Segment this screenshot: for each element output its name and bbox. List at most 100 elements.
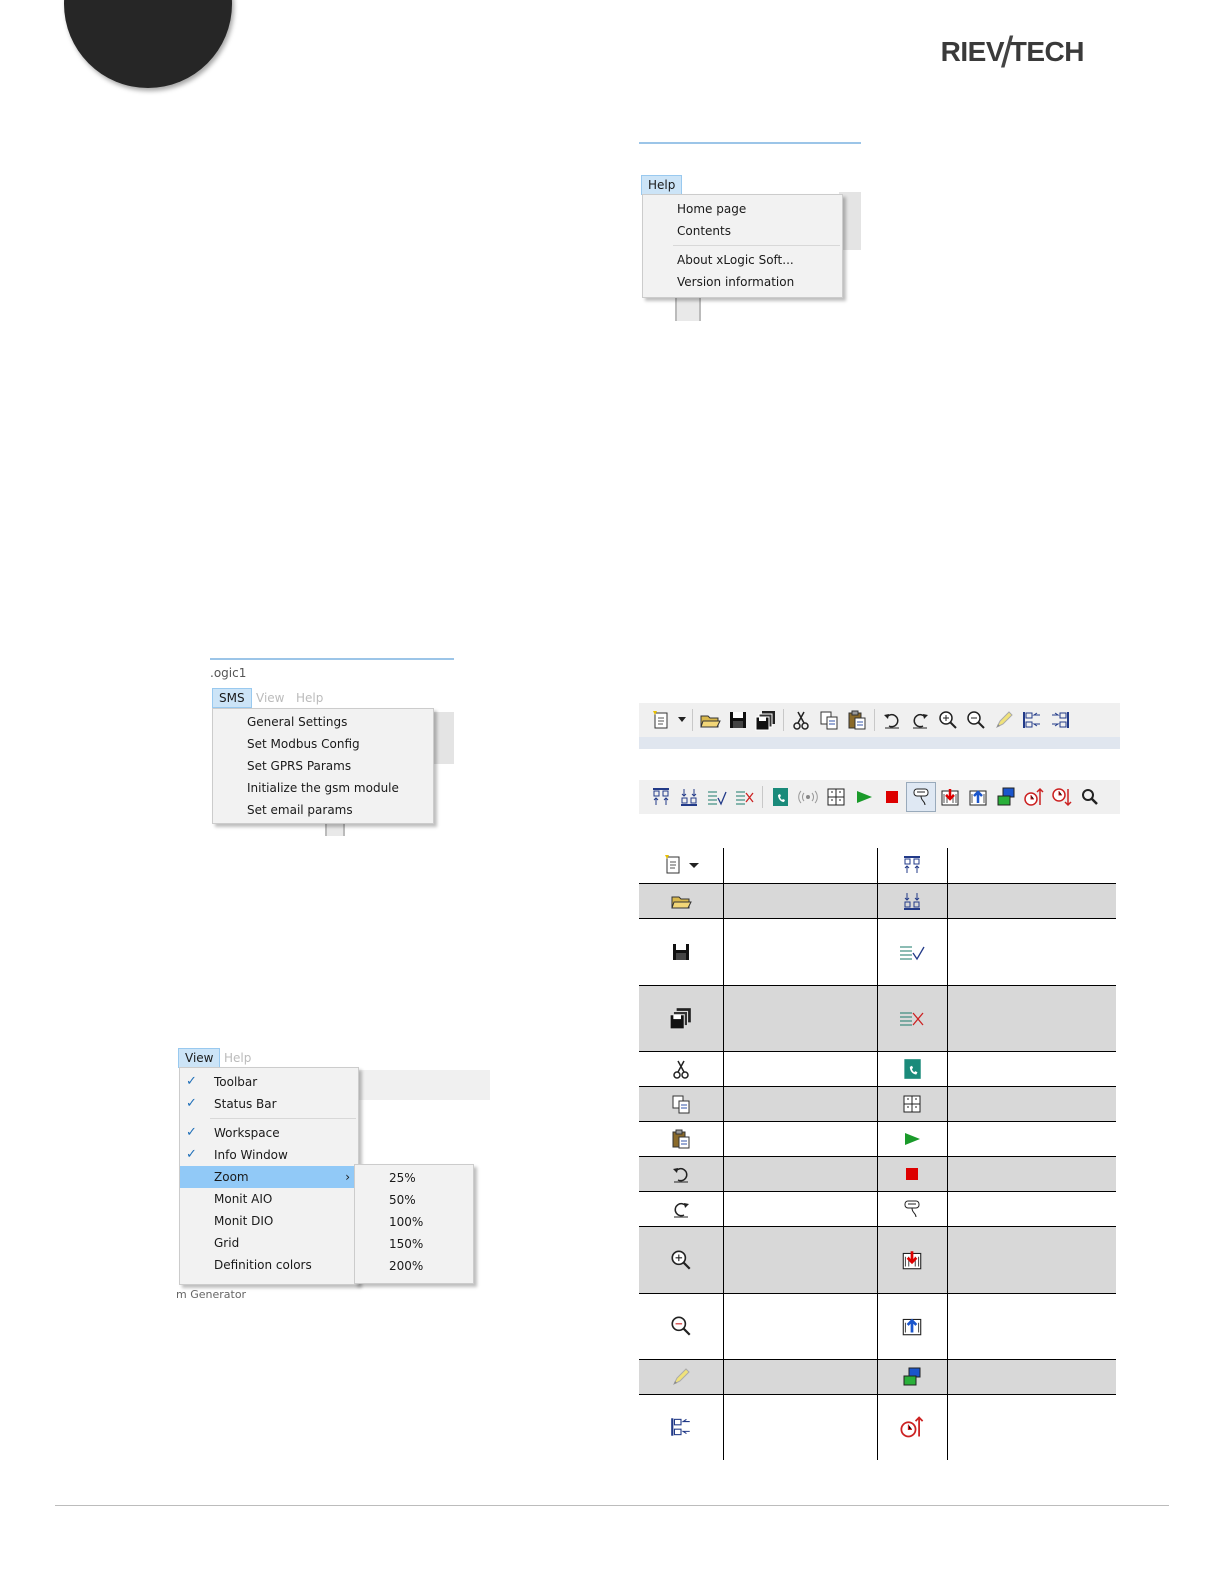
menu-item-monit-dio[interactable]: Monit DIO	[180, 1210, 358, 1232]
help-menu[interactable]: Help	[641, 175, 683, 195]
chevron-right-icon: ›	[345, 1170, 350, 1184]
stop-icon[interactable]	[878, 783, 906, 811]
pencil-icon[interactable]	[990, 706, 1018, 734]
check-icon: ✓	[186, 1125, 197, 1140]
download-icon[interactable]	[936, 783, 964, 811]
view-menu[interactable]: View	[250, 689, 290, 707]
table-row	[639, 1051, 1116, 1086]
table-row	[639, 1359, 1116, 1394]
menu-item-workspace[interactable]: ✓ Workspace	[180, 1122, 358, 1144]
align-left-icon[interactable]	[1018, 706, 1046, 734]
check-lines-icon[interactable]	[703, 783, 731, 811]
menu-item-contents[interactable]: Contents	[643, 220, 842, 242]
help-menu[interactable]: Help	[218, 1049, 257, 1067]
menu-item-zoom[interactable]: Zoom ›	[180, 1166, 358, 1188]
run-icon	[877, 1121, 948, 1156]
save-icon[interactable]	[724, 706, 752, 734]
table-row	[639, 1293, 1116, 1359]
brand-logo: RIEV/TECH	[940, 28, 1085, 77]
menu-item-toolbar[interactable]: ✓ Toolbar	[180, 1071, 358, 1093]
new-icon[interactable]	[647, 706, 675, 734]
sms-menu[interactable]: SMS	[212, 688, 252, 708]
table-row	[639, 883, 1116, 918]
copy-icon	[639, 1086, 724, 1121]
zoom-out-icon[interactable]	[962, 706, 990, 734]
table-row	[639, 985, 1116, 1051]
zoom-50[interactable]: 50%	[355, 1189, 473, 1211]
zoom-150[interactable]: 150%	[355, 1233, 473, 1255]
cut-icon[interactable]	[787, 706, 815, 734]
table-row	[639, 848, 1116, 883]
zoom-200[interactable]: 200%	[355, 1255, 473, 1277]
zoom-in-icon[interactable]	[934, 706, 962, 734]
paste-icon	[639, 1121, 724, 1156]
table-row	[639, 918, 1116, 985]
cable-icon[interactable]	[906, 782, 936, 812]
check-lines-icon	[877, 918, 948, 985]
menu-item-info-window[interactable]: ✓ Info Window	[180, 1144, 358, 1166]
menu-item-general-settings[interactable]: General Settings	[213, 711, 433, 733]
open-icon[interactable]	[696, 706, 724, 734]
help-dropdown: Home page Contents About xLogic Soft... …	[642, 194, 843, 298]
help-menu[interactable]: Help	[290, 689, 329, 707]
redo-icon[interactable]	[906, 706, 934, 734]
zoom-in-icon	[639, 1226, 724, 1293]
table-row	[639, 1121, 1116, 1156]
check-icon: ✓	[186, 1147, 197, 1162]
workspace-strip	[639, 737, 1120, 749]
menu-item-definition-colors[interactable]: Definition colors	[180, 1254, 358, 1276]
help-menu-screenshot: Help Home page Contents About xLogic Sof…	[639, 140, 864, 322]
secondary-toolbar	[639, 780, 1120, 814]
clock-down-icon[interactable]	[1048, 783, 1076, 811]
menu-item-email-params[interactable]: Set email params	[213, 799, 433, 821]
menu-item-grid[interactable]: Grid	[180, 1232, 358, 1254]
copy-icon[interactable]	[815, 706, 843, 734]
menu-item-modbus-config[interactable]: Set Modbus Config	[213, 733, 433, 755]
delete-lines-icon[interactable]	[731, 783, 759, 811]
transfer-icon[interactable]	[992, 783, 1020, 811]
zoom-25[interactable]: 25%	[355, 1167, 473, 1189]
menu-item-about[interactable]: About xLogic Soft...	[643, 249, 842, 271]
zoom-submenu: 25% 50% 100% 150% 200%	[354, 1164, 474, 1284]
align-right-icon[interactable]	[1046, 706, 1074, 734]
table-row	[639, 1394, 1116, 1460]
menu-item-version-info[interactable]: Version information	[643, 271, 842, 293]
undo-icon[interactable]	[878, 706, 906, 734]
zoom-100[interactable]: 100%	[355, 1211, 473, 1233]
menu-item-monit-aio[interactable]: Monit AIO	[180, 1188, 358, 1210]
table-row	[639, 1191, 1116, 1226]
dropdown-arrow-icon[interactable]	[675, 706, 689, 734]
clock-up-icon	[877, 1394, 948, 1460]
align-top-icon	[877, 848, 948, 883]
view-menu[interactable]: View	[178, 1048, 221, 1068]
signal-icon[interactable]	[794, 783, 822, 811]
run-icon[interactable]	[850, 783, 878, 811]
save-all-icon[interactable]	[752, 706, 780, 734]
align-left-icon	[639, 1394, 724, 1460]
clock-up-icon[interactable]	[1020, 783, 1048, 811]
menu-item-status-bar[interactable]: ✓ Status Bar	[180, 1093, 358, 1115]
delete-lines-icon	[877, 985, 948, 1051]
grid-icon[interactable]	[822, 783, 850, 811]
save-icon	[639, 918, 724, 985]
align-bottom-icon[interactable]	[675, 783, 703, 811]
menu-item-home-page[interactable]: Home page	[643, 198, 842, 220]
phone-book-icon[interactable]	[766, 783, 794, 811]
menu-item-init-gsm[interactable]: Initialize the gsm module	[213, 777, 433, 799]
search-icon[interactable]	[1076, 783, 1104, 811]
upload-icon[interactable]	[964, 783, 992, 811]
redo-icon	[639, 1191, 724, 1226]
check-icon: ✓	[186, 1096, 197, 1111]
menu-item-gprs-params[interactable]: Set GPRS Params	[213, 755, 433, 777]
save-all-icon	[639, 985, 724, 1051]
decorative-circle	[64, 0, 232, 88]
cut-icon	[639, 1051, 724, 1086]
paste-icon[interactable]	[843, 706, 871, 734]
new-icon	[639, 848, 724, 883]
table-row	[639, 1086, 1116, 1121]
open-icon	[639, 883, 724, 918]
sms-dropdown: General Settings Set Modbus Config Set G…	[212, 708, 434, 824]
align-top-icon[interactable]	[647, 783, 675, 811]
align-bottom-icon	[877, 883, 948, 918]
footer-divider	[55, 1505, 1169, 1506]
